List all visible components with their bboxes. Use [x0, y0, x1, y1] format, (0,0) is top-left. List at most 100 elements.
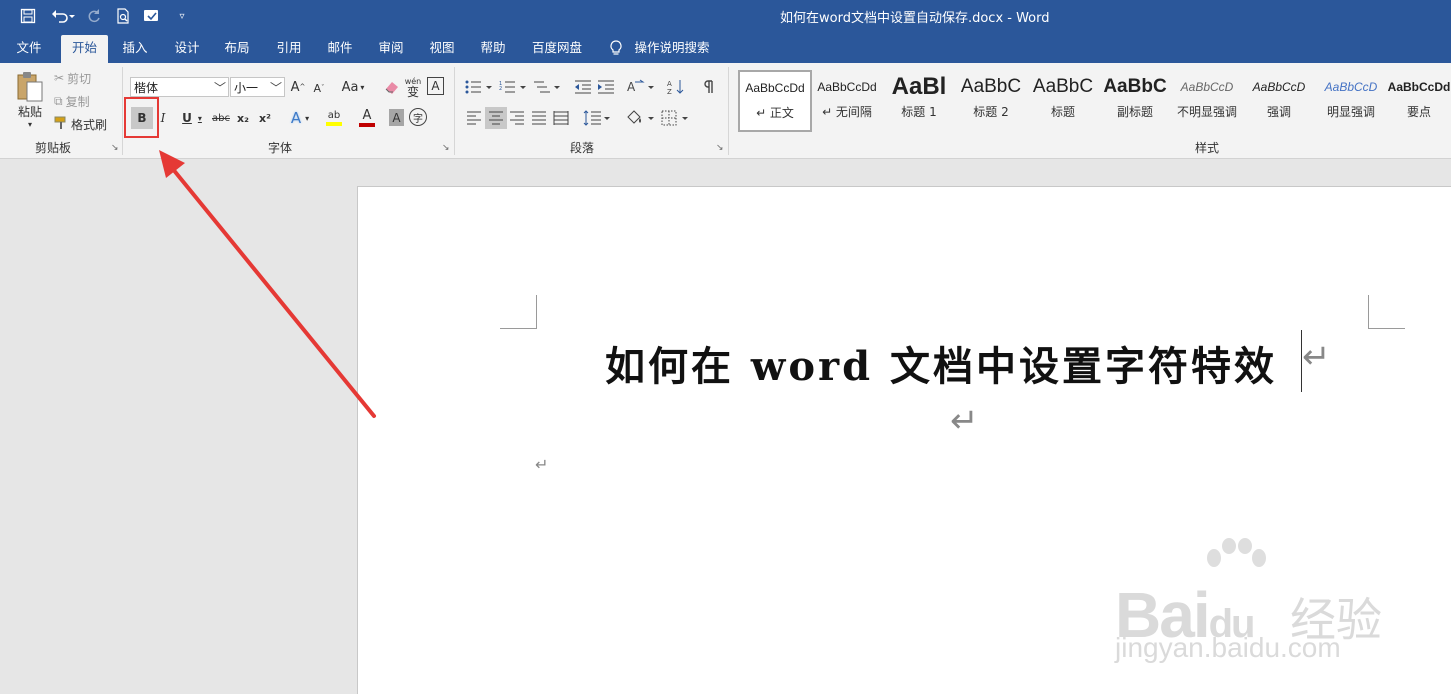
lightbulb-icon — [606, 32, 626, 63]
style-no-spacing[interactable]: AaBbCcDd ↵ 无间隔 — [812, 71, 882, 127]
align-center-button[interactable] — [485, 107, 507, 129]
style-subtitle[interactable]: AaBbC 副标题 — [1100, 71, 1170, 127]
document-heading[interactable]: 如何在 word 文档中设置字符特效 — [605, 334, 1277, 392]
style-normal[interactable]: AaBbCcDd ↵ 正文 — [738, 70, 812, 132]
shrink-font-button[interactable]: Aˇ — [311, 79, 327, 97]
character-shading-label: A — [392, 110, 401, 125]
touch-mode-icon[interactable] — [142, 6, 162, 26]
style-name: 明显强调 — [1326, 105, 1375, 119]
justify-button[interactable] — [529, 108, 549, 128]
highlight-label: ab — [327, 110, 341, 121]
style-title[interactable]: AaBbC 标题 — [1028, 71, 1098, 127]
text-effects-button[interactable]: A ▾ — [286, 107, 314, 129]
line-spacing-button[interactable] — [582, 108, 612, 128]
save-icon[interactable] — [18, 6, 38, 26]
document-canvas: 如何在 word 文档中设置字符特效 ↵ ↵ ↵ — [0, 159, 1451, 694]
font-color-label: A — [362, 108, 372, 123]
bullets-button[interactable] — [464, 77, 494, 97]
style-emphasis[interactable]: AaBbCcD 强调 — [1244, 71, 1314, 127]
style-name: 副标题 — [1116, 105, 1153, 119]
superscript-label: x² — [259, 111, 271, 125]
tab-insert[interactable]: 插入 — [114, 32, 156, 63]
subscript-button[interactable]: x₂ — [234, 107, 252, 129]
customize-dropdown-icon[interactable]: ▿ — [172, 6, 192, 26]
style-preview: AaBbC — [1103, 76, 1167, 97]
numbering-button[interactable]: 12 — [498, 77, 528, 97]
sort-button[interactable]: AZ — [666, 77, 686, 97]
style-name: ↵ 无间隔 — [822, 105, 872, 119]
style-heading-2[interactable]: AaBbC 标题 2 — [956, 71, 1026, 127]
group-divider — [122, 67, 123, 155]
tab-mailings[interactable]: 邮件 — [319, 32, 361, 63]
chinese-layout-button[interactable]: A — [626, 77, 656, 97]
font-color-button[interactable]: A — [352, 107, 382, 129]
font-color-bar — [359, 123, 375, 127]
chevron-down-icon[interactable]: ﹀ — [270, 78, 282, 98]
undo-icon[interactable] — [50, 6, 76, 26]
font-size-combo[interactable]: 小一 ﹀ — [230, 77, 285, 97]
increase-indent-button[interactable] — [596, 77, 616, 97]
annotation-highlight-box — [124, 97, 159, 138]
chinese-layout-icon: A — [627, 79, 654, 94]
borders-button[interactable] — [660, 108, 690, 128]
distributed-icon — [553, 111, 569, 125]
tab-view[interactable]: 视图 — [421, 32, 463, 63]
align-right-button[interactable] — [507, 108, 527, 128]
character-shading-button[interactable]: A — [389, 109, 404, 126]
print-preview-icon[interactable] — [113, 6, 133, 26]
tab-review[interactable]: 审阅 — [370, 32, 412, 63]
svg-text:A: A — [667, 80, 672, 88]
style-preview: AaBbCcD — [1252, 80, 1306, 94]
align-left-button[interactable] — [464, 108, 484, 128]
shading-button[interactable] — [624, 108, 656, 128]
clipboard-launcher-icon[interactable]: ↘ — [111, 144, 120, 153]
tab-design[interactable]: 设计 — [166, 32, 208, 63]
style-intense-emphasis[interactable]: AaBbCcD 明显强调 — [1316, 71, 1386, 127]
line-spacing-icon — [583, 110, 610, 126]
tab-baidu-netdisk[interactable]: 百度网盘 — [526, 32, 588, 63]
tab-file[interactable]: 文件 — [8, 32, 50, 63]
font-name-combo[interactable]: 楷体 ﹀ — [130, 77, 229, 97]
multilevel-list-button[interactable] — [532, 77, 562, 97]
style-strong[interactable]: AaBbCcDd 要点 — [1387, 71, 1451, 127]
style-heading-1[interactable]: AaBl 标题 1 — [884, 71, 954, 127]
paragraph-group-label: 段落 — [569, 141, 594, 155]
font-launcher-icon[interactable]: ↘ — [442, 144, 451, 153]
paintbrush-icon — [54, 116, 68, 133]
tab-layout[interactable]: 布局 — [216, 32, 258, 63]
style-subtle-emphasis[interactable]: AaBbCcD 不明显强调 — [1172, 71, 1242, 127]
highlight-button[interactable]: ab — [319, 107, 349, 129]
clear-formatting-button[interactable] — [383, 77, 401, 97]
copy-button[interactable]: ⧉ 复制 — [54, 92, 90, 110]
enclose-characters-button[interactable]: 字 — [409, 108, 427, 126]
cut-button[interactable]: ✂ 剪切 — [54, 69, 91, 87]
underline-button[interactable]: U ▾ — [178, 107, 206, 129]
paste-button[interactable]: 粘贴 ▾ — [12, 69, 48, 131]
character-border-button[interactable]: A — [427, 77, 444, 95]
decrease-indent-button[interactable] — [573, 77, 593, 97]
distributed-button[interactable] — [551, 108, 571, 128]
tab-help[interactable]: 帮助 — [472, 32, 514, 63]
change-case-button[interactable]: Aa ▾ — [338, 77, 368, 97]
superscript-button[interactable]: x² — [256, 107, 274, 129]
document-page[interactable]: 如何在 word 文档中设置字符特效 ↵ ↵ ↵ — [357, 186, 1451, 694]
ribbon-tab-bar: 文件 开始 插入 设计 布局 引用 邮件 审阅 视图 帮助 百度网盘 操作说明搜… — [0, 32, 1451, 63]
eraser-icon — [385, 82, 398, 94]
underline-label: U — [182, 111, 192, 125]
align-right-icon — [510, 111, 524, 125]
chevron-down-icon[interactable]: ﹀ — [214, 78, 226, 98]
format-painter-button[interactable]: 格式刷 — [54, 115, 107, 133]
strikethrough-button[interactable]: abc — [210, 107, 232, 129]
pilcrow-icon — [704, 80, 713, 93]
copy-label: 复制 — [65, 94, 90, 109]
phonetic-guide-button[interactable]: wén 变 — [404, 75, 422, 99]
numbering-icon: 12 — [499, 81, 526, 93]
tab-home[interactable]: 开始 — [61, 35, 108, 63]
tab-references[interactable]: 引用 — [268, 32, 310, 63]
grow-font-button[interactable]: A ^ — [290, 77, 306, 97]
style-name: 标题 2 — [973, 105, 1009, 119]
show-marks-button[interactable] — [700, 77, 718, 97]
tell-me-search[interactable]: 操作说明搜索 — [632, 32, 712, 63]
redo-icon[interactable] — [84, 6, 104, 26]
paragraph-launcher-icon[interactable]: ↘ — [716, 144, 725, 153]
